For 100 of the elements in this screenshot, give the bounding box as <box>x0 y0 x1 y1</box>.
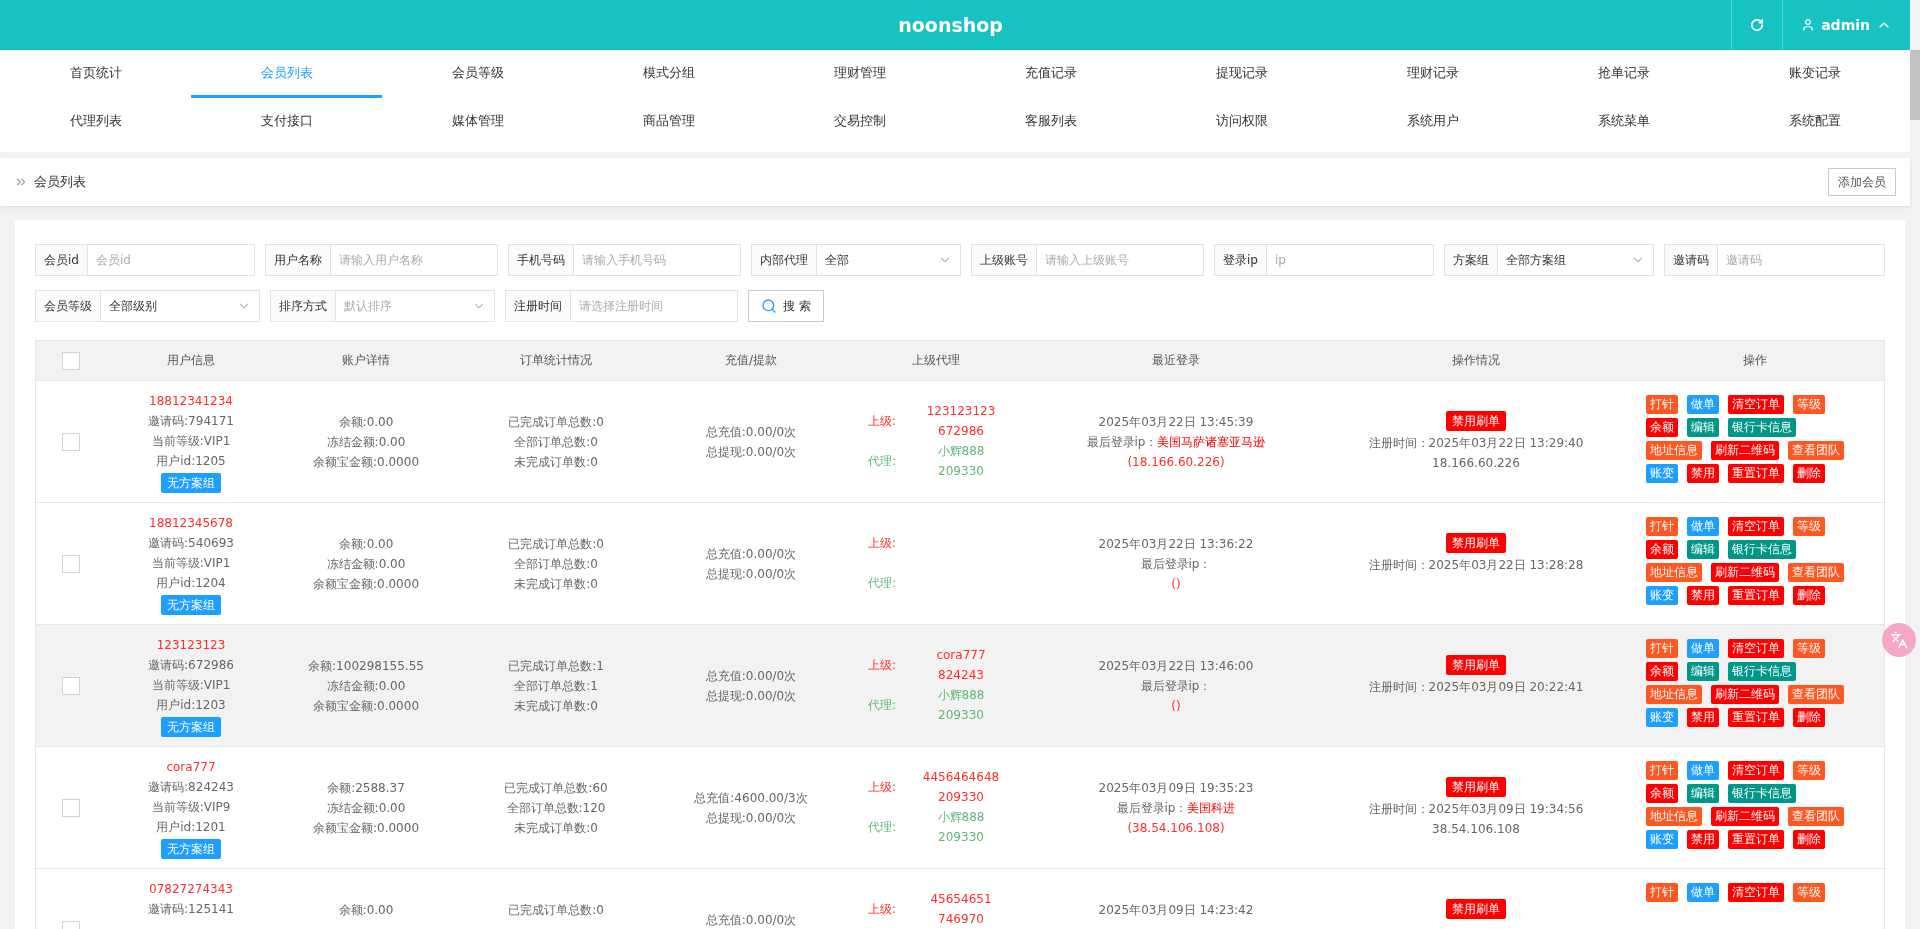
action-button[interactable]: 重置订单 <box>1728 708 1784 727</box>
nav-tab[interactable]: 代理列表 <box>0 98 191 146</box>
nav-tab[interactable]: 支付接口 <box>191 98 382 146</box>
action-button[interactable]: 地址信息 <box>1646 563 1702 582</box>
nav-tab[interactable]: 模式分组 <box>573 50 764 98</box>
action-button[interactable]: 刷新二维码 <box>1711 441 1779 460</box>
input-field[interactable]: 请输入用户名称 <box>330 244 498 276</box>
translate-icon[interactable] <box>1882 623 1916 657</box>
search-button[interactable]: 搜 索 <box>748 290 824 322</box>
action-button[interactable]: 余额 <box>1646 662 1678 681</box>
checkbox[interactable] <box>62 676 80 695</box>
action-button[interactable]: 重置订单 <box>1728 830 1784 849</box>
input-field[interactable]: ip <box>1266 244 1434 276</box>
checkbox[interactable] <box>62 432 80 451</box>
action-button[interactable]: 地址信息 <box>1646 441 1702 460</box>
action-button[interactable]: 查看团队 <box>1788 563 1844 582</box>
nav-tab[interactable]: 媒体管理 <box>382 98 573 146</box>
action-button[interactable]: 等级 <box>1793 395 1825 414</box>
action-button[interactable]: 删除 <box>1793 586 1825 605</box>
action-button[interactable]: 清空订单 <box>1728 517 1784 536</box>
nav-tab[interactable]: 系统用户 <box>1337 98 1528 146</box>
input-field[interactable]: 请输入上级账号 <box>1037 244 1204 276</box>
input-field[interactable]: 请选择注册时间 <box>571 290 738 322</box>
action-button[interactable]: 清空订单 <box>1728 883 1784 902</box>
action-button[interactable]: 删除 <box>1793 830 1825 849</box>
action-button[interactable]: 查看团队 <box>1788 807 1844 826</box>
action-button[interactable]: 清空订单 <box>1728 761 1784 780</box>
action-button[interactable]: 清空订单 <box>1728 639 1784 658</box>
select-field[interactable]: 会员等级 全部级别 <box>35 290 260 322</box>
action-button[interactable]: 查看团队 <box>1788 441 1844 460</box>
select-field[interactable]: 方案组 全部方案组 <box>1443 244 1654 276</box>
nav-tab[interactable]: 会员等级 <box>382 50 573 98</box>
action-button[interactable]: 打针 <box>1646 639 1678 658</box>
action-button[interactable]: 余额 <box>1646 418 1678 437</box>
nav-tab[interactable]: 理财管理 <box>764 50 955 98</box>
action-button[interactable]: 禁用 <box>1687 464 1719 483</box>
action-button[interactable]: 打针 <box>1646 395 1678 414</box>
action-button[interactable]: 刷新二维码 <box>1711 807 1779 826</box>
action-button[interactable]: 等级 <box>1793 639 1825 658</box>
nav-tab[interactable]: 访问权限 <box>1146 98 1337 146</box>
action-button[interactable]: 做单 <box>1687 639 1719 658</box>
input-field[interactable]: 邀请码 <box>1718 244 1885 276</box>
action-button[interactable]: 打针 <box>1646 517 1678 536</box>
action-button[interactable]: 银行卡信息 <box>1728 418 1796 437</box>
nav-tab[interactable]: 理财记录 <box>1337 50 1528 98</box>
action-button[interactable]: 禁用 <box>1687 586 1719 605</box>
nav-tab[interactable]: 客服列表 <box>955 98 1146 146</box>
add-member-button[interactable]: 添加会员 <box>1828 168 1896 196</box>
nav-tab[interactable]: 抢单记录 <box>1528 50 1719 98</box>
action-button[interactable]: 银行卡信息 <box>1728 662 1796 681</box>
action-button[interactable]: 做单 <box>1687 761 1719 780</box>
select-field[interactable]: 内部代理 全部 <box>750 244 961 276</box>
nav-tab[interactable]: 提现记录 <box>1146 50 1337 98</box>
action-button[interactable]: 等级 <box>1793 517 1825 536</box>
action-button[interactable]: 账变 <box>1646 830 1678 849</box>
action-button[interactable]: 做单 <box>1687 883 1719 902</box>
action-button[interactable]: 禁用 <box>1687 708 1719 727</box>
action-button[interactable]: 地址信息 <box>1646 807 1702 826</box>
nav-tab[interactable]: 首页统计 <box>0 50 191 98</box>
action-button[interactable]: 银行卡信息 <box>1728 784 1796 803</box>
nav-tab[interactable]: 商品管理 <box>573 98 764 146</box>
action-button[interactable]: 余额 <box>1646 540 1678 559</box>
action-button[interactable]: 编辑 <box>1687 662 1719 681</box>
action-button[interactable]: 等级 <box>1793 761 1825 780</box>
action-button[interactable]: 地址信息 <box>1646 685 1702 704</box>
input-field[interactable]: 请输入手机号码 <box>573 244 741 276</box>
action-button[interactable]: 编辑 <box>1687 418 1719 437</box>
action-button[interactable]: 重置订单 <box>1728 464 1784 483</box>
checkbox[interactable] <box>62 554 80 573</box>
action-button[interactable]: 编辑 <box>1687 784 1719 803</box>
action-button[interactable]: 刷新二维码 <box>1711 685 1779 704</box>
action-button[interactable]: 删除 <box>1793 464 1825 483</box>
action-button[interactable]: 余额 <box>1646 784 1678 803</box>
action-button[interactable]: 刷新二维码 <box>1711 563 1779 582</box>
nav-tab[interactable]: 账变记录 <box>1719 50 1910 98</box>
action-button[interactable]: 做单 <box>1687 517 1719 536</box>
action-button[interactable]: 禁用 <box>1687 830 1719 849</box>
checkbox[interactable] <box>62 798 80 817</box>
action-button[interactable]: 清空订单 <box>1728 395 1784 414</box>
action-button[interactable]: 账变 <box>1646 586 1678 605</box>
action-button[interactable]: 账变 <box>1646 708 1678 727</box>
action-button[interactable]: 打针 <box>1646 883 1678 902</box>
action-button[interactable]: 删除 <box>1793 708 1825 727</box>
nav-tab[interactable]: 系统配置 <box>1719 98 1910 146</box>
checkbox[interactable] <box>62 351 80 370</box>
scrollbar-thumb[interactable] <box>1910 50 1920 120</box>
action-button[interactable]: 银行卡信息 <box>1728 540 1796 559</box>
action-button[interactable]: 查看团队 <box>1788 685 1844 704</box>
action-button[interactable]: 做单 <box>1687 395 1719 414</box>
nav-tab[interactable]: 会员列表 <box>191 50 382 98</box>
nav-tab[interactable]: 系统菜单 <box>1528 98 1719 146</box>
action-button[interactable]: 打针 <box>1646 761 1678 780</box>
nav-tab[interactable]: 交易控制 <box>764 98 955 146</box>
action-button[interactable]: 等级 <box>1793 883 1825 902</box>
nav-tab[interactable]: 充值记录 <box>955 50 1146 98</box>
action-button[interactable]: 账变 <box>1646 464 1678 483</box>
input-field[interactable]: 会员id <box>87 244 255 276</box>
select-field[interactable]: 排序方式 默认排序 <box>270 290 495 322</box>
action-button[interactable]: 重置订单 <box>1728 586 1784 605</box>
action-button[interactable]: 编辑 <box>1687 540 1719 559</box>
